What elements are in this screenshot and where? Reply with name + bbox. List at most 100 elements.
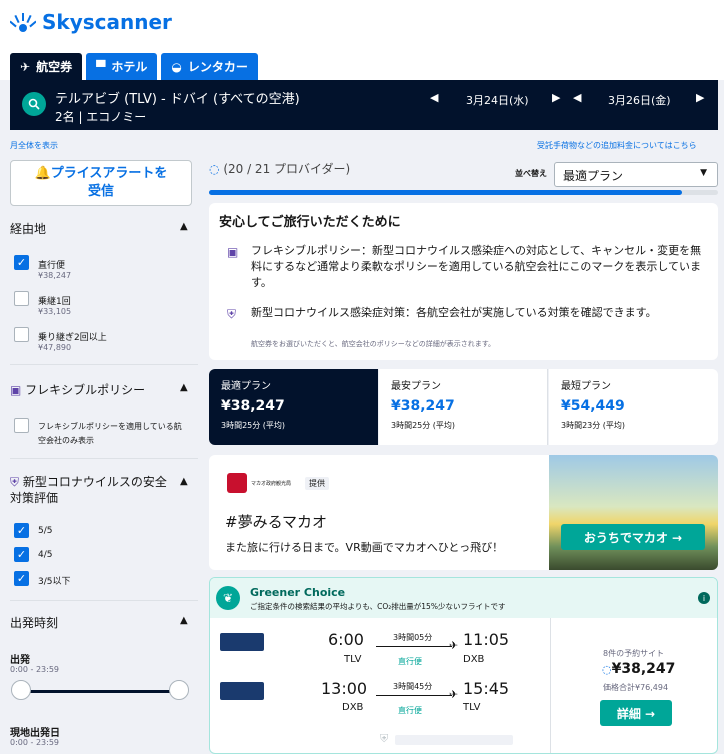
- info-icon[interactable]: i: [698, 592, 710, 604]
- tab-hotels[interactable]: ▀ ホテル: [86, 53, 158, 80]
- greener-choice-header: ❦ Greener Choice ご指定条件の検索結果の平均よりも、CO₂排出量…: [210, 578, 717, 618]
- bell-icon: 🔔: [34, 166, 51, 181]
- booking-sites-count: 8件の予約サイト: [603, 649, 665, 658]
- best-duration: 3時間25分 (平均): [221, 421, 286, 430]
- macau-ad-banner[interactable]: マカオ政府観光局 提供 #夢みるマカオ また旅に行ける日まで。VR動画でマカオへ…: [209, 455, 718, 570]
- deal-price: ◌¥38,247: [602, 661, 675, 677]
- cheapest-duration: 3時間25分 (平均): [391, 421, 456, 430]
- macau-church-image: [549, 455, 718, 570]
- divider: [10, 364, 198, 365]
- next-return-date-icon[interactable]: ▶: [696, 91, 704, 104]
- provider-count: (20 / 21 プロバイダー): [223, 162, 351, 176]
- return-arr-time: 15:45: [463, 679, 510, 698]
- ad-cta-button[interactable]: おうちでマカオ →: [561, 524, 705, 550]
- outbound-arr-code: DXB: [463, 654, 485, 665]
- one-stop-option: 乗継1回 ¥33,105: [38, 294, 71, 316]
- outbound-dep-code: TLV: [344, 654, 362, 665]
- return-time-label: 現地出発日: [10, 728, 60, 739]
- flex-checkbox[interactable]: [14, 418, 29, 433]
- return-duration: 3時間45分: [393, 682, 433, 691]
- search-icon: [28, 98, 40, 110]
- chevron-up-icon[interactable]: ▲: [180, 615, 188, 626]
- tab-car-hire[interactable]: ◒ レンタカー: [161, 53, 258, 80]
- tab-cheapest[interactable]: 最安プラン ¥38,247 3時間25分 (平均): [379, 369, 548, 445]
- depart-slider-max-handle[interactable]: [169, 680, 189, 700]
- skyscanner-logo[interactable]: Skyscanner: [10, 10, 172, 34]
- tab-flights-label: 航空券: [36, 60, 73, 74]
- covid-3-checkbox[interactable]: ✓: [14, 571, 29, 586]
- provider-status: ◌ (20 / 21 プロバイダー): [209, 160, 350, 177]
- safety-note: 航空券をお選びいただくと、航空会社のポリシーなどの詳細が表示されます。: [251, 340, 496, 348]
- route-text: テルアビブ (TLV) - ドバイ (すべての空港): [55, 92, 300, 107]
- two-plus-stops-price: ¥47,890: [38, 343, 72, 352]
- shield-icon: ⛨: [227, 307, 237, 321]
- search-button[interactable]: [22, 92, 46, 116]
- one-stop-label: 乗継1回: [38, 297, 71, 307]
- chevron-up-icon[interactable]: ▲: [180, 382, 188, 393]
- additional-fees-link[interactable]: 受託手荷物などの追加料金についてはこちら: [537, 140, 697, 151]
- passengers-class: 2名 | エコノミー: [55, 110, 147, 124]
- brand-name: Skyscanner: [42, 10, 172, 34]
- search-progress-bar: [209, 190, 718, 195]
- covid-filter-title-text: 新型コロナウイルスの安全対策評価: [10, 475, 167, 505]
- sponsored-badge: 提供: [305, 477, 329, 490]
- fastest-price: ¥54,449: [561, 398, 625, 414]
- covid-4-label: 4/5: [38, 550, 53, 560]
- leaf-icon: ❦: [216, 586, 240, 610]
- sun-icon: [10, 13, 36, 32]
- covid-filter-title: ⛨ 新型コロナウイルスの安全対策評価: [10, 474, 175, 506]
- plane-icon: ✈: [449, 639, 459, 652]
- ad-headline: #夢みるマカオ: [225, 513, 327, 531]
- tab-flights[interactable]: ✈ 航空券: [10, 53, 83, 80]
- flex-filter-title-text: フレキシブルポリシー: [25, 383, 146, 397]
- greener-choice-card[interactable]: ❦ Greener Choice ご指定条件の検索結果の平均よりも、CO₂排出量…: [209, 577, 718, 754]
- macau-logo-icon: [227, 473, 247, 493]
- direct-checkbox[interactable]: ✓: [14, 255, 29, 270]
- airline-logo: [220, 682, 264, 700]
- price-alert-line1: プライスアラートを: [50, 166, 168, 181]
- direct-option: 直行便 ¥38,247: [38, 258, 71, 280]
- one-stop-price: ¥33,105: [38, 307, 72, 316]
- deal-total-price: 価格合計¥76,494: [603, 683, 669, 692]
- depart-slider-min-handle[interactable]: [11, 680, 31, 700]
- sort-select[interactable]: 最適プラン ▼: [554, 162, 718, 187]
- depart-time-slider-track[interactable]: [20, 690, 180, 693]
- two-plus-stops-checkbox[interactable]: [14, 327, 29, 342]
- return-date[interactable]: 3月26日(金): [608, 92, 671, 108]
- price-alert-button[interactable]: 🔔プライスアラートを 受信: [10, 160, 192, 206]
- tab-best[interactable]: 最適プラン ¥38,247 3時間25分 (平均): [209, 369, 378, 445]
- outbound-route-line: [376, 646, 452, 647]
- covid-4-checkbox[interactable]: ✓: [14, 547, 29, 562]
- prev-return-date-icon[interactable]: ◀: [573, 91, 581, 104]
- chevron-up-icon[interactable]: ▲: [180, 476, 188, 487]
- plane-icon: ✈: [449, 688, 459, 701]
- shield-icon: ⛨: [10, 475, 20, 489]
- show-full-month-link[interactable]: 月全体を表示: [10, 140, 58, 151]
- flex-policy-icon: ▣: [227, 245, 239, 259]
- plane-icon: ✈: [20, 59, 31, 74]
- safety-info-card: 安心してご旅行いただくために ▣ フレキシブルポリシー：新型コロナウイルス感染症…: [209, 203, 718, 360]
- ad-text: また旅に行ける日まで。VR動画でマカオへひとっ飛び！: [225, 541, 504, 554]
- times-filter-title: 出発時刻: [10, 616, 59, 630]
- return-arr-code: TLV: [463, 702, 481, 713]
- covid-3-label: 3/5以下: [38, 577, 71, 587]
- flex-option-label: フレキシブルポリシーを適用している航空会社のみ表示: [38, 422, 182, 445]
- depart-date[interactable]: 3月24日(水): [466, 92, 529, 108]
- best-price: ¥38,247: [221, 398, 285, 414]
- chevron-up-icon[interactable]: ▲: [180, 221, 188, 232]
- tab-fastest[interactable]: 最短プラン ¥54,449 3時間23分 (平均): [549, 369, 718, 445]
- prev-depart-date-icon[interactable]: ◀: [430, 91, 438, 104]
- one-stop-checkbox[interactable]: [14, 291, 29, 306]
- next-depart-date-icon[interactable]: ▶: [552, 91, 560, 104]
- return-time-range: 0:00 - 23:59: [10, 738, 59, 747]
- details-button[interactable]: 詳細 →: [600, 700, 672, 726]
- flex-policy-icon: ▣: [10, 383, 22, 397]
- bed-icon: ▀: [96, 59, 106, 74]
- fastest-duration: 3時間23分 (平均): [561, 421, 626, 430]
- airline-logo: [220, 633, 264, 651]
- shield-icon: ⛨: [380, 732, 389, 745]
- search-summary-bar[interactable]: テルアビブ (TLV) - ドバイ (すべての空港) 2名 | エコノミー ◀ …: [10, 80, 718, 130]
- return-dep-code: DXB: [342, 702, 364, 713]
- flex-policy-text: フレキシブルポリシー：新型コロナウイルス感染症への対応として、キャンセル・変更を…: [251, 244, 702, 289]
- covid-5-checkbox[interactable]: ✓: [14, 523, 29, 538]
